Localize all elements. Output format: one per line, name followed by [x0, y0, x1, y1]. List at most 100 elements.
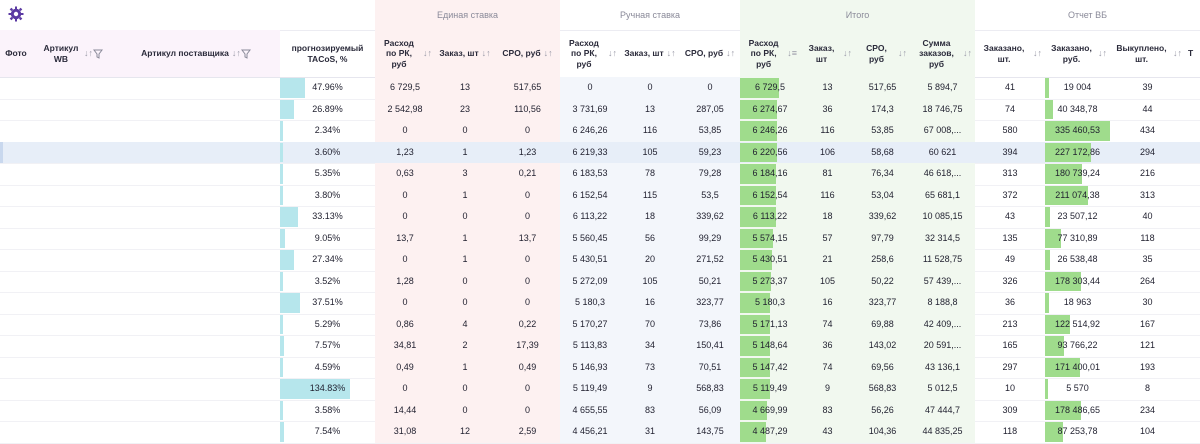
- col-single-cpo[interactable]: CPO, руб ↓↑: [495, 30, 560, 77]
- cell-article-supplier[interactable]: [112, 249, 280, 271]
- gear-icon[interactable]: [8, 6, 24, 22]
- cell-photo[interactable]: [0, 142, 32, 164]
- table-row[interactable]: 27.34% 0 1 0 5 430,51 20 271,52 5 430,51 21 258,6…: [0, 249, 1200, 272]
- cell-article-supplier[interactable]: [112, 378, 280, 400]
- cell-article-supplier[interactable]: [112, 163, 280, 185]
- col-total-spend[interactable]: Расход по РК, руб ↓≡: [740, 30, 800, 77]
- cell-article-wb[interactable]: [32, 421, 112, 443]
- cell-photo[interactable]: [0, 163, 32, 185]
- sort-icon[interactable]: ↓↑: [726, 48, 735, 59]
- sort-icon[interactable]: ↓↑: [608, 48, 617, 59]
- cell-article-supplier[interactable]: [112, 400, 280, 422]
- cell-article-supplier[interactable]: [112, 206, 280, 228]
- col-wb-ordered-rub[interactable]: Заказано, руб. ↓↑: [1045, 30, 1110, 77]
- col-total-sum[interactable]: Сумма заказов, руб ↓↑: [910, 30, 975, 77]
- sort-icon[interactable]: ↓↑: [544, 48, 553, 59]
- cell-article-wb[interactable]: [32, 120, 112, 142]
- cell-article-supplier[interactable]: [112, 292, 280, 314]
- col-cut[interactable]: Т: [1185, 30, 1200, 77]
- sort-icon[interactable]: ↓↑: [423, 48, 432, 59]
- col-wb-bought[interactable]: Выкуплено, шт. ↓↑: [1110, 30, 1185, 77]
- cell-photo[interactable]: [0, 335, 32, 357]
- col-total-cpo[interactable]: CPO, руб ↓↑: [855, 30, 910, 77]
- sort-icon[interactable]: ↓↑: [1098, 48, 1107, 59]
- table-row[interactable]: 3.80% 0 1 0 6 152,54 115 53,5 6 152,54 116 53,04 6…: [0, 184, 1200, 207]
- sort-icon[interactable]: ↓↑: [1033, 48, 1042, 59]
- table-row[interactable]: 33.13% 0 0 0 6 113,22 18 339,62 6 113,22 18 339,6…: [0, 206, 1200, 229]
- cell-article-supplier[interactable]: [112, 99, 280, 121]
- cell-article-supplier[interactable]: [112, 271, 280, 293]
- cell-article-wb[interactable]: [32, 206, 112, 228]
- cell-photo[interactable]: [0, 357, 32, 379]
- col-manual-spend[interactable]: Расход по РК, руб ↓↑: [560, 30, 620, 77]
- table-row[interactable]: 5.29% 0,86 4 0,22 5 170,27 70 73,86 5 171,13 74 6…: [0, 313, 1200, 336]
- table-row[interactable]: 7.57% 34,81 2 17,39 5 113,83 34 150,41 5 148,64…: [0, 335, 1200, 358]
- cell-article-wb[interactable]: [32, 99, 112, 121]
- col-single-spend[interactable]: Расход по РК, руб ↓↑: [375, 30, 435, 77]
- table-row[interactable]: 2.34% 0 0 0 6 246,26 116 53,85 6 246,26 116 53,85…: [0, 120, 1200, 143]
- cell-article-supplier[interactable]: [112, 421, 280, 443]
- cell-photo[interactable]: [0, 120, 32, 142]
- cell-photo[interactable]: [0, 99, 32, 121]
- table-row[interactable]: 4.59% 0,49 1 0,49 5 146,93 73 70,51 5 147,42 74 6…: [0, 356, 1200, 379]
- cell-article-supplier[interactable]: [112, 77, 280, 99]
- cell-article-supplier[interactable]: [112, 120, 280, 142]
- cell-photo[interactable]: [0, 400, 32, 422]
- cell-article-wb[interactable]: [32, 163, 112, 185]
- cell-article-wb[interactable]: [32, 249, 112, 271]
- cell-photo[interactable]: [0, 249, 32, 271]
- sort-icon[interactable]: ↓↑: [963, 48, 972, 59]
- cell-article-wb[interactable]: [32, 314, 112, 336]
- cell-article-supplier[interactable]: [112, 142, 280, 164]
- col-single-orders[interactable]: Заказ, шт ↓↑: [435, 30, 495, 77]
- col-total-orders[interactable]: Заказ, шт ↓↑: [800, 30, 855, 77]
- cell-article-wb[interactable]: [32, 142, 112, 164]
- table-row[interactable]: 47.96% 6 729,5 13 517,65 0 0 0 6 729,5 13 517,65 5…: [0, 77, 1200, 100]
- cell-photo[interactable]: [0, 228, 32, 250]
- cell-article-supplier[interactable]: [112, 228, 280, 250]
- table-row[interactable]: 37.51% 0 0 0 5 180,3 16 323,77 5 180,3 16 323,77 8…: [0, 292, 1200, 315]
- table-row[interactable]: 3.60% 1,23 1 1,23 6 219,33 105 59,23 6 220,56 10…: [0, 141, 1200, 164]
- cell-article-wb[interactable]: [32, 185, 112, 207]
- col-article-supplier[interactable]: Артикул поставщика ↓↑: [112, 30, 280, 77]
- cell-article-supplier[interactable]: [112, 335, 280, 357]
- filter-icon[interactable]: [93, 49, 103, 59]
- cell-article-supplier[interactable]: [112, 185, 280, 207]
- cell-article-supplier[interactable]: [112, 357, 280, 379]
- sort-icon[interactable]: ↓≡: [787, 48, 797, 59]
- cell-photo[interactable]: [0, 185, 32, 207]
- table-row[interactable]: 26.89% 2 542,98 23 110,56 3 731,69 13 287,05 6 …: [0, 98, 1200, 121]
- col-wb-ordered-qty[interactable]: Заказано, шт. ↓↑: [975, 30, 1045, 77]
- cell-article-wb[interactable]: [32, 400, 112, 422]
- cell-article-wb[interactable]: [32, 335, 112, 357]
- sort-icon[interactable]: ↓↑: [84, 48, 93, 59]
- table-row[interactable]: 5.35% 0,63 3 0,21 6 183,53 78 79,28 6 184,16 81 7…: [0, 163, 1200, 186]
- filter-icon[interactable]: [240, 49, 251, 59]
- col-photo[interactable]: Фото: [0, 30, 32, 77]
- cell-article-wb[interactable]: [32, 228, 112, 250]
- sort-icon[interactable]: ↓↑: [843, 48, 852, 59]
- col-tacos[interactable]: прогнозируемый TACoS, %: [280, 30, 375, 77]
- cell-article-wb[interactable]: [32, 77, 112, 99]
- table-row[interactable]: 9.05% 13,7 1 13,7 5 560,45 56 99,29 5 574,15 57 9…: [0, 227, 1200, 250]
- sort-icon[interactable]: ↓↑: [667, 48, 676, 59]
- cell-photo[interactable]: [0, 292, 32, 314]
- cell-article-wb[interactable]: [32, 357, 112, 379]
- table-row[interactable]: 134.83% 0 0 0 5 119,49 9 568,83 5 119,49 9 568,83…: [0, 378, 1200, 401]
- cell-article-wb[interactable]: [32, 292, 112, 314]
- cell-photo[interactable]: [0, 421, 32, 443]
- table-row[interactable]: 7.54% 31,08 12 2,59 4 456,21 31 143,75 4 487,29…: [0, 421, 1200, 444]
- col-manual-cpo[interactable]: CPO, руб ↓↑: [680, 30, 740, 77]
- cell-article-wb[interactable]: [32, 378, 112, 400]
- cell-photo[interactable]: [0, 314, 32, 336]
- cell-photo[interactable]: [0, 378, 32, 400]
- sort-icon[interactable]: ↓↑: [1173, 48, 1182, 59]
- cell-photo[interactable]: [0, 271, 32, 293]
- cell-article-supplier[interactable]: [112, 314, 280, 336]
- cell-photo[interactable]: [0, 206, 32, 228]
- table-row[interactable]: 3.52% 1,28 0 0 5 272,09 105 50,21 5 273,37 105 50…: [0, 270, 1200, 293]
- sort-icon[interactable]: ↓↑: [482, 48, 491, 59]
- cell-article-wb[interactable]: [32, 271, 112, 293]
- col-article-wb[interactable]: Артикул WB ↓↑: [32, 30, 112, 77]
- cell-photo[interactable]: [0, 77, 32, 99]
